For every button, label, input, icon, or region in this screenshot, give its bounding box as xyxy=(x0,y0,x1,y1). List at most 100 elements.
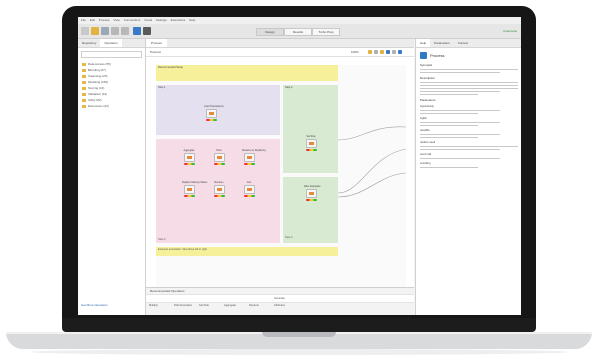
menu-connections[interactable]: Connections xyxy=(124,18,141,22)
run-icon[interactable] xyxy=(133,27,141,35)
view-tab-turbo-prep[interactable]: Turbo Prep xyxy=(312,28,340,36)
operator-icon xyxy=(243,185,255,194)
operator-rename-by-replacing[interactable]: Rename by Replacing xyxy=(242,149,266,165)
open-folder-icon[interactable] xyxy=(91,27,99,35)
recommended-operator[interactable]: Set Role xyxy=(196,302,221,309)
param-name: send mail xyxy=(420,153,432,156)
annotation-step-1[interactable]: Step 1 xyxy=(156,85,280,135)
main-toolbar: Design Results Turbo Prep Username xyxy=(78,24,521,39)
annotation-bottom[interactable]: Example annotation: data flows left to r… xyxy=(156,247,338,256)
menu-settings[interactable]: Settings xyxy=(156,18,167,22)
undo-icon[interactable] xyxy=(111,27,119,35)
text-line xyxy=(420,71,500,73)
print-icon[interactable] xyxy=(392,50,396,54)
text-line xyxy=(420,133,500,135)
operator-filter-examples[interactable]: Filter Examples xyxy=(304,185,320,201)
operator-icon xyxy=(305,139,317,148)
tab-parameters[interactable]: Parameters xyxy=(430,39,454,47)
menu-help[interactable]: Help xyxy=(189,18,195,22)
folder-icon xyxy=(82,62,86,66)
help-panel: Help Parameters Context Process Synopsis D… xyxy=(415,39,521,315)
text-line xyxy=(420,148,500,150)
get-more-operators-link[interactable]: Get More Operators xyxy=(81,303,108,307)
operator-replace-missing-values[interactable]: Replace Missing Values xyxy=(182,181,207,197)
folder-icon xyxy=(82,98,86,102)
laptop-bezel xyxy=(62,318,536,332)
text-line xyxy=(420,112,479,114)
recommended-operator[interactable]: Aggregate xyxy=(221,302,246,309)
folder-icon xyxy=(82,68,86,72)
text-line xyxy=(420,145,518,147)
operator-aggregate[interactable]: Aggregate xyxy=(182,149,196,165)
param-name: logfile xyxy=(420,117,427,120)
folder-item[interactable]: Extensions (23) xyxy=(78,103,145,109)
param-name: logverbosity xyxy=(420,105,434,108)
tab-context[interactable]: Context xyxy=(454,39,472,47)
view-tab-design[interactable]: Design xyxy=(256,28,284,36)
menu-extensions[interactable]: Extensions xyxy=(171,18,186,22)
operator-icon xyxy=(213,185,225,194)
breadcrumb[interactable]: Process xyxy=(150,50,161,54)
tab-operators[interactable]: Operators xyxy=(100,39,122,47)
text-line xyxy=(420,84,518,86)
user-indicator[interactable]: Username xyxy=(503,28,517,34)
process-canvas[interactable]: Recommended Setup Step 1 Step 3 Step 2 S… xyxy=(156,65,406,290)
text-line xyxy=(420,81,518,83)
folder-icon xyxy=(82,104,86,108)
text-line xyxy=(420,109,500,111)
text-line xyxy=(420,166,479,168)
laptop-shadow xyxy=(30,349,568,355)
zoom-icon[interactable] xyxy=(386,50,390,54)
recommended-operator[interactable]: Filter Examples xyxy=(171,302,196,309)
connection-line xyxy=(337,172,406,198)
param-name: resultfile xyxy=(420,129,430,132)
status-indicator xyxy=(243,163,255,165)
menu-bar: File Edit Process View Connections Cloud… xyxy=(78,17,521,24)
status-indicator xyxy=(183,195,195,197)
new-process-icon[interactable] xyxy=(81,27,89,35)
redo-icon[interactable] xyxy=(121,27,129,35)
operator-set-role[interactable]: Set Role xyxy=(304,135,318,151)
connection-line xyxy=(337,148,406,194)
operator-icon xyxy=(305,189,317,198)
tab-help[interactable]: Help xyxy=(416,39,431,47)
tab-repository[interactable]: Repository xyxy=(78,39,100,47)
text-line xyxy=(420,157,500,159)
operator-search-input[interactable] xyxy=(81,51,142,58)
section-synopsis: Synopsis xyxy=(420,63,433,67)
left-panel: Repository Operators Data Access (55) Ble… xyxy=(78,39,146,315)
annotation-step-2[interactable]: Step 2 xyxy=(283,85,338,173)
auto-wire-icon[interactable] xyxy=(368,50,372,54)
tab-process[interactable]: Process xyxy=(146,39,167,47)
recommended-operator[interactable]: Rename xyxy=(246,302,271,309)
operator-icon xyxy=(183,153,195,162)
menu-process[interactable]: Process xyxy=(99,18,110,22)
operator-load-transactions[interactable]: Load Transactions xyxy=(204,105,224,121)
settings-icon[interactable] xyxy=(398,50,402,54)
operator-join[interactable]: Join xyxy=(242,181,256,197)
process-toolbar: Process 100% xyxy=(146,48,414,57)
operator-pivot[interactable]: Pivot xyxy=(212,149,226,165)
operator-icon xyxy=(243,153,255,162)
text-line xyxy=(420,68,518,70)
folder-icon xyxy=(82,80,86,84)
menu-edit[interactable]: Edit xyxy=(90,18,95,22)
annotation-top[interactable]: Recommended Setup xyxy=(156,65,338,81)
menu-cloud[interactable]: Cloud xyxy=(144,18,152,22)
stop-icon[interactable] xyxy=(143,27,151,35)
recommended-operator[interactable]: Multiply xyxy=(146,302,171,309)
zoom-level[interactable]: 100% xyxy=(351,48,359,56)
process-panel: Process Process 100% Recommended Setup S… xyxy=(146,39,414,315)
text-line xyxy=(420,124,479,126)
menu-view[interactable]: View xyxy=(113,18,119,22)
note-icon[interactable] xyxy=(380,50,384,54)
menu-file[interactable]: File xyxy=(81,18,86,22)
right-panel-tabs: Help Parameters Context xyxy=(416,39,521,48)
save-icon[interactable] xyxy=(101,27,109,35)
status-indicator xyxy=(305,149,317,151)
view-tab-results[interactable]: Results xyxy=(284,28,312,36)
operator-rename[interactable]: Rename xyxy=(212,181,226,197)
arrange-icon[interactable] xyxy=(374,50,378,54)
recommended-operator[interactable]: Generate Attributes xyxy=(271,295,296,309)
param-name: random seed xyxy=(420,141,436,144)
